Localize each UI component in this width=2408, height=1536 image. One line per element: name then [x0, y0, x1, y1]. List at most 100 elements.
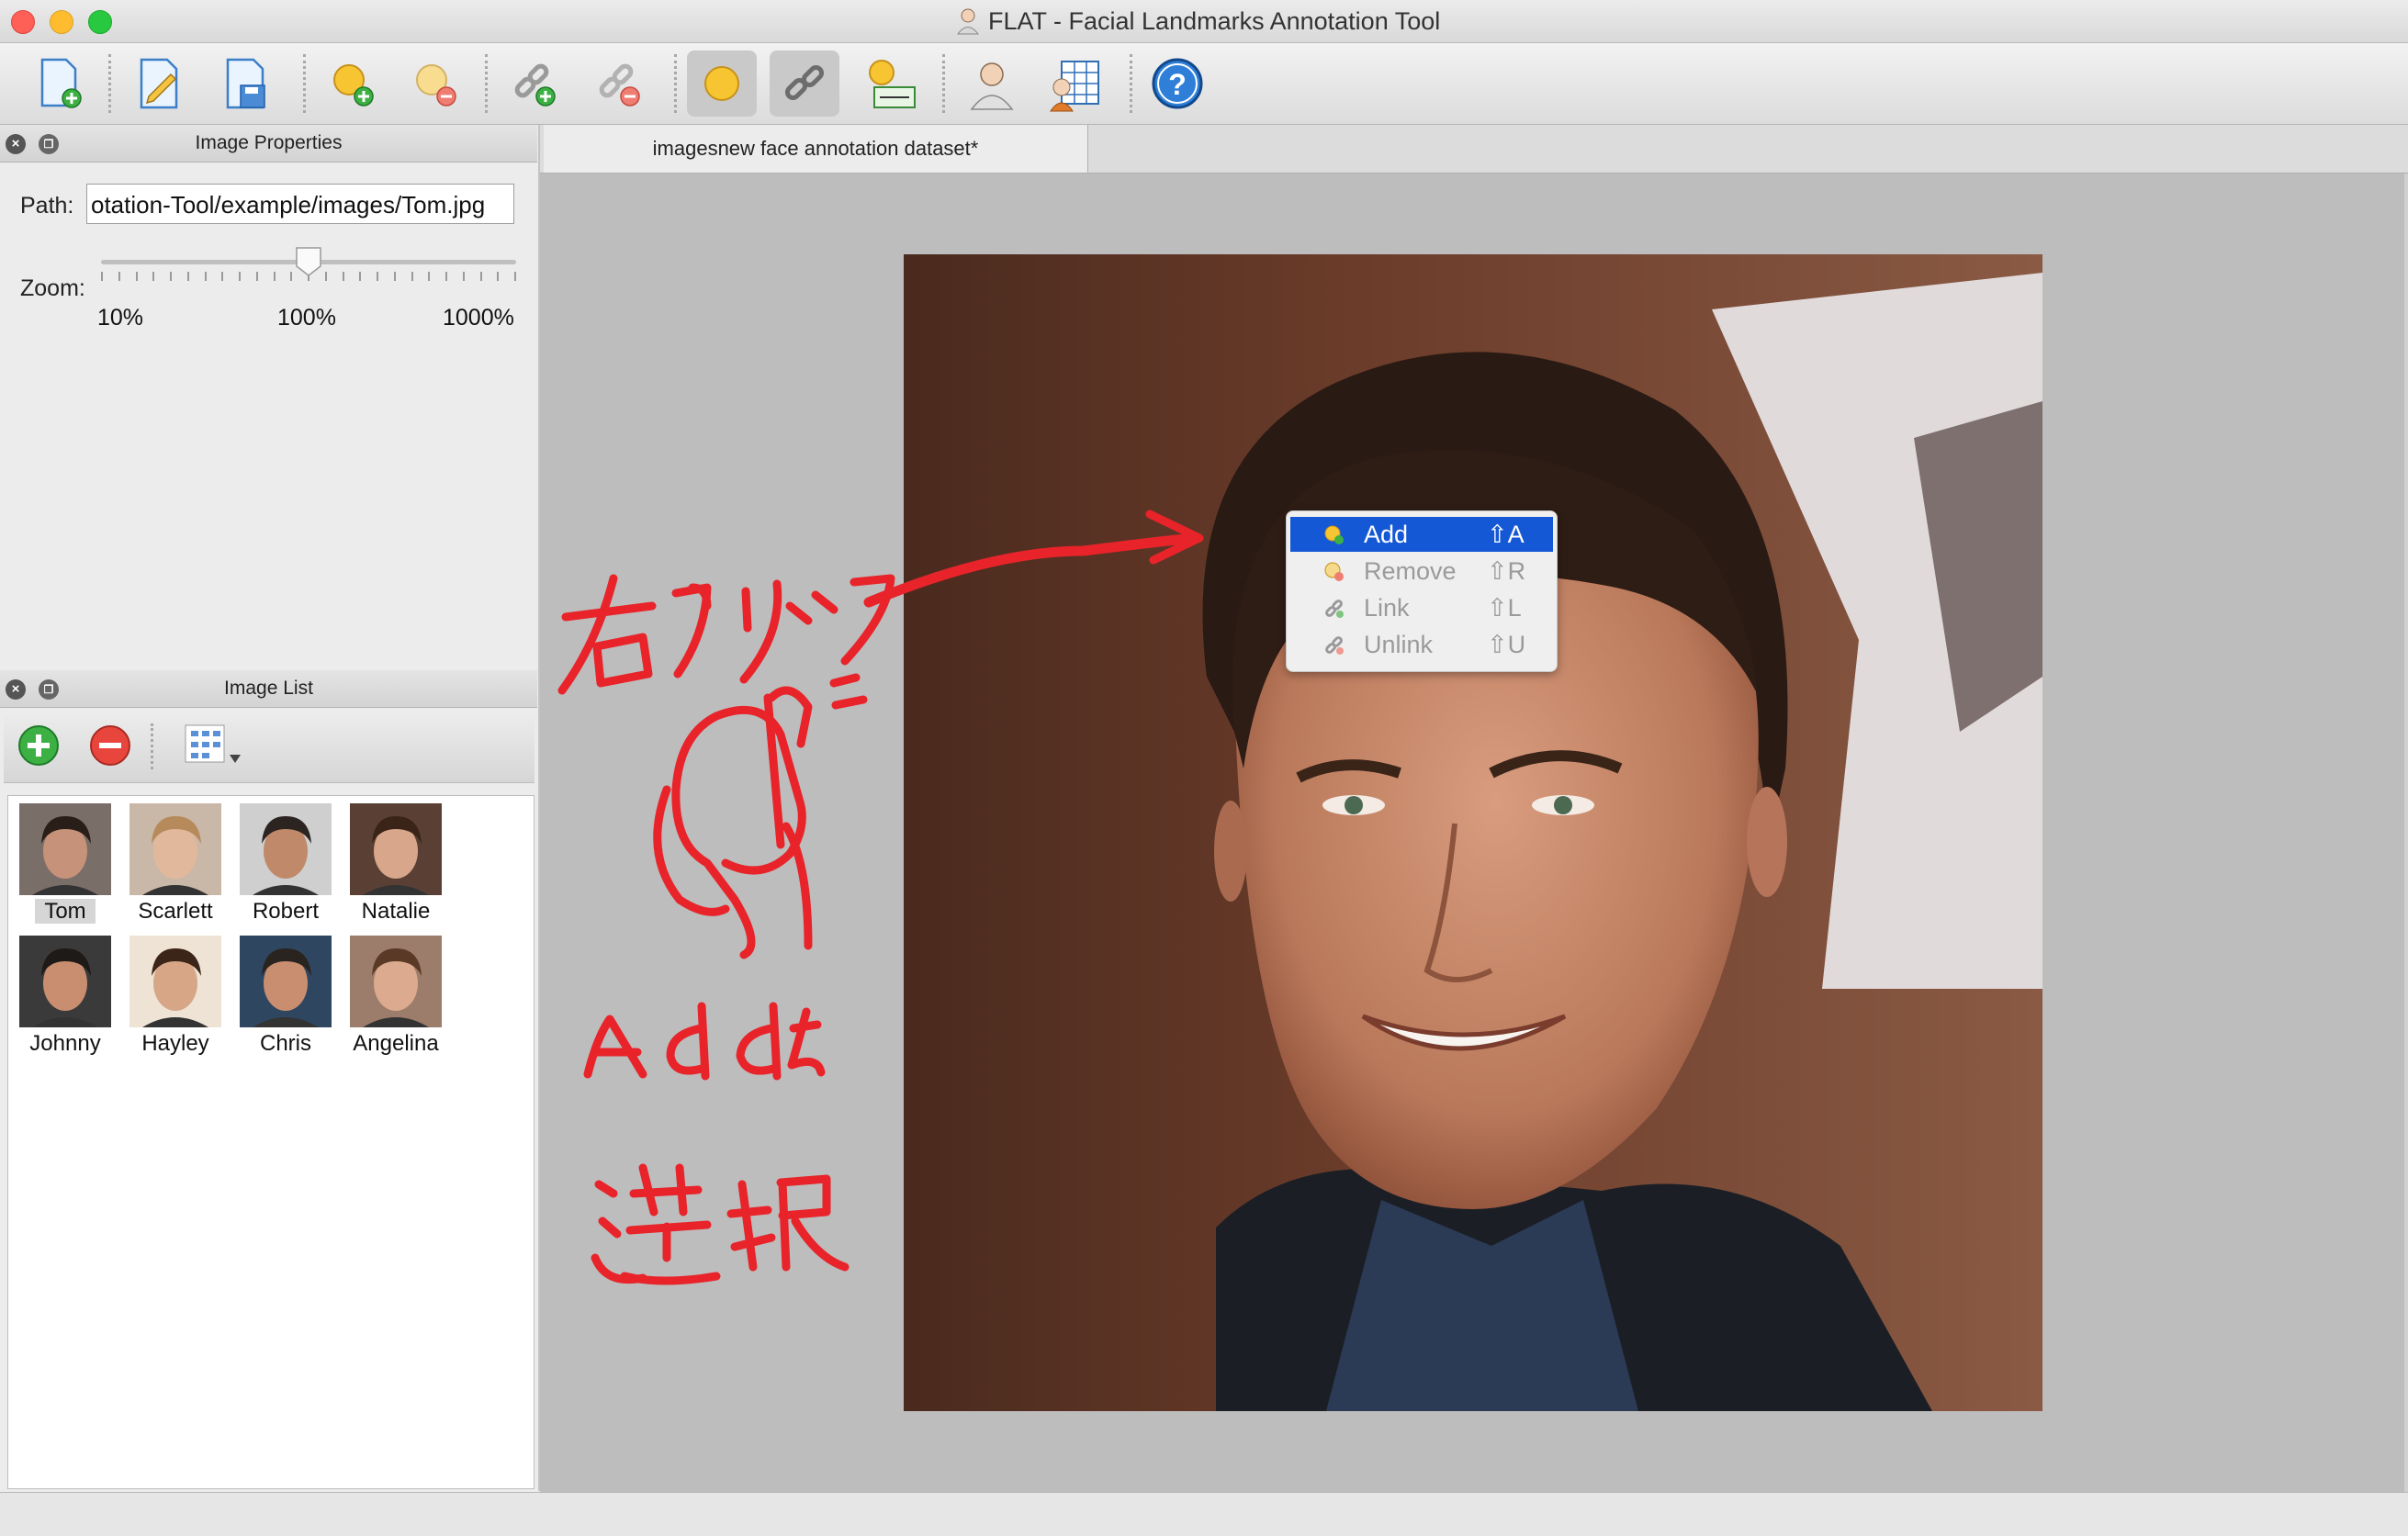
- zoom-slider-tick: [273, 272, 276, 281]
- context-menu-item-add[interactable]: Add ⇧A: [1290, 517, 1553, 552]
- image-thumbnail: [240, 803, 332, 895]
- link-icon: [1325, 600, 1344, 618]
- image-properties-title: Image Properties: [195, 132, 343, 153]
- image-thumbnail: [350, 803, 442, 895]
- image-list-dock: × ❐ Image List Tom Scarlett Robert Natalie J…: [0, 670, 540, 1491]
- context-menu-item-label: Link: [1364, 594, 1410, 622]
- zoom-slider-tick: [118, 272, 120, 281]
- close-window-button[interactable]: [11, 10, 35, 34]
- zoom-slider-tick: [221, 272, 224, 281]
- context-menu-item-link[interactable]: Link ⇧L: [1290, 590, 1553, 625]
- image-list-item-label: Tom: [10, 899, 120, 925]
- zoom-slider-tick: [479, 272, 482, 281]
- remove-link-button[interactable]: [584, 50, 654, 117]
- add-link-button[interactable]: [500, 50, 569, 117]
- context-menu-item-label: Add: [1364, 521, 1409, 548]
- image-thumbnail: [19, 803, 111, 895]
- add-landmark-icon: [333, 64, 374, 107]
- zoom-slider-tick: [152, 272, 155, 281]
- context-menu-item-remove[interactable]: Remove ⇧R: [1290, 554, 1553, 589]
- zoom-slider-tick: [359, 272, 362, 281]
- zoom-slider-tick: [462, 272, 465, 281]
- image-thumbnail: [129, 936, 221, 1027]
- properties-table-button[interactable]: [1040, 50, 1109, 117]
- unlink-icon: [1325, 636, 1344, 655]
- face-fit-button[interactable]: [957, 50, 1027, 117]
- image-list-item[interactable]: Tom: [10, 798, 120, 926]
- add-link-icon: [514, 63, 556, 107]
- dataset-tab[interactable]: imagesnew face annotation dataset*: [544, 125, 1088, 173]
- image-list-item-label: Johnny: [29, 1031, 101, 1056]
- zoom-slider-tick: [342, 272, 344, 281]
- new-file-button[interactable]: [24, 50, 94, 117]
- image-list-item-label: Scarlett: [138, 899, 213, 924]
- image-list-item[interactable]: Hayley: [120, 930, 231, 1059]
- image-list-item-label: Robert: [252, 899, 320, 924]
- path-input[interactable]: otation-Tool/example/images/Tom.jpg: [86, 184, 514, 224]
- face-fit-icon: [970, 62, 1014, 110]
- svg-text:?: ?: [1168, 68, 1187, 101]
- landmark-ids-button[interactable]: [856, 50, 926, 117]
- show-links-toggle[interactable]: [770, 50, 839, 117]
- image-list-item-label: Natalie: [361, 899, 431, 924]
- image-properties-dock: × ❐ Image Properties Path: otation-Tool/…: [0, 125, 540, 670]
- context-menu-item-shortcut: ⇧L: [1487, 594, 1522, 622]
- image-list-item[interactable]: Scarlett: [120, 798, 231, 926]
- image-list-item[interactable]: Johnny: [10, 930, 120, 1059]
- new-file-icon: [40, 58, 82, 108]
- face-photo[interactable]: [904, 254, 2042, 1411]
- zoom-slider-tick: [170, 272, 172, 281]
- zoom-slider-tick: [290, 272, 293, 281]
- help-button[interactable]: ?: [1142, 50, 1212, 117]
- zoom-slider-tick: [445, 272, 447, 281]
- zoom-slider-handle[interactable]: [295, 246, 322, 277]
- zoom-slider-tick: [514, 272, 516, 281]
- remove-image-icon[interactable]: [88, 723, 132, 768]
- status-bar: [0, 1492, 2408, 1536]
- add-landmark-button[interactable]: [318, 50, 388, 117]
- edit-file-icon: [140, 58, 178, 109]
- zoom-slider-tick: [186, 272, 189, 281]
- zoom-slider-tick: [101, 272, 103, 281]
- window-title: FLAT - Facial Landmarks Annotation Tool: [988, 7, 1441, 35]
- path-value: otation-Tool/example/images/Tom.jpg: [91, 191, 486, 219]
- add-image-icon[interactable]: [17, 723, 61, 768]
- edit-file-button[interactable]: [125, 50, 195, 117]
- context-menu-item-unlink[interactable]: Unlink ⇧U: [1290, 627, 1553, 662]
- minimize-window-button[interactable]: [50, 10, 73, 34]
- show-landmarks-icon: [704, 66, 739, 101]
- image-list-item[interactable]: Natalie: [341, 798, 451, 926]
- app-icon: [957, 8, 979, 35]
- context-menu-item-shortcut: ⇧A: [1487, 521, 1525, 548]
- remove-landmark-button[interactable]: [400, 50, 470, 117]
- view-mode-icon[interactable]: [184, 722, 242, 769]
- image-list-item[interactable]: Robert: [231, 798, 341, 926]
- add-landmark-icon: [1324, 525, 1344, 544]
- show-links-icon: [784, 64, 825, 101]
- zoom-slider-tick: [393, 272, 396, 281]
- image-thumbnail: [350, 936, 442, 1027]
- context-menu: Add ⇧A Remove ⇧R Link ⇧L Unlink ⇧U: [1286, 510, 1558, 672]
- zoom-slider-tick: [497, 272, 500, 281]
- remove-link-icon: [599, 63, 640, 107]
- image-list-item[interactable]: Angelina: [341, 930, 451, 1059]
- image-thumbnail: [129, 803, 221, 895]
- zoom-slider-tick: [239, 272, 241, 281]
- image-list-item-label: Chris: [259, 1031, 311, 1056]
- path-label: Path:: [20, 193, 74, 219]
- zoom-slider-tick: [135, 272, 138, 281]
- properties-table-icon: [1050, 61, 1099, 112]
- image-list-item[interactable]: Chris: [231, 930, 341, 1059]
- main-toolbar: ?: [0, 43, 2408, 125]
- remove-landmark-icon: [1324, 562, 1344, 581]
- title-bar: FLAT - Facial Landmarks Annotation Tool: [0, 0, 2408, 43]
- zoom-slider-tick: [204, 272, 207, 281]
- zoom-slider-tick: [428, 272, 431, 281]
- image-thumbnail-list: Tom Scarlett Robert Natalie Johnny Hayley Chri…: [7, 795, 534, 1489]
- save-file-icon: [226, 58, 265, 109]
- save-file-button[interactable]: [211, 50, 281, 117]
- show-landmarks-toggle[interactable]: [687, 50, 757, 117]
- zoom-window-button[interactable]: [88, 10, 112, 34]
- zoom-slider-tick: [411, 272, 413, 281]
- document-tab-bar: imagesnew face annotation dataset*: [540, 125, 2408, 174]
